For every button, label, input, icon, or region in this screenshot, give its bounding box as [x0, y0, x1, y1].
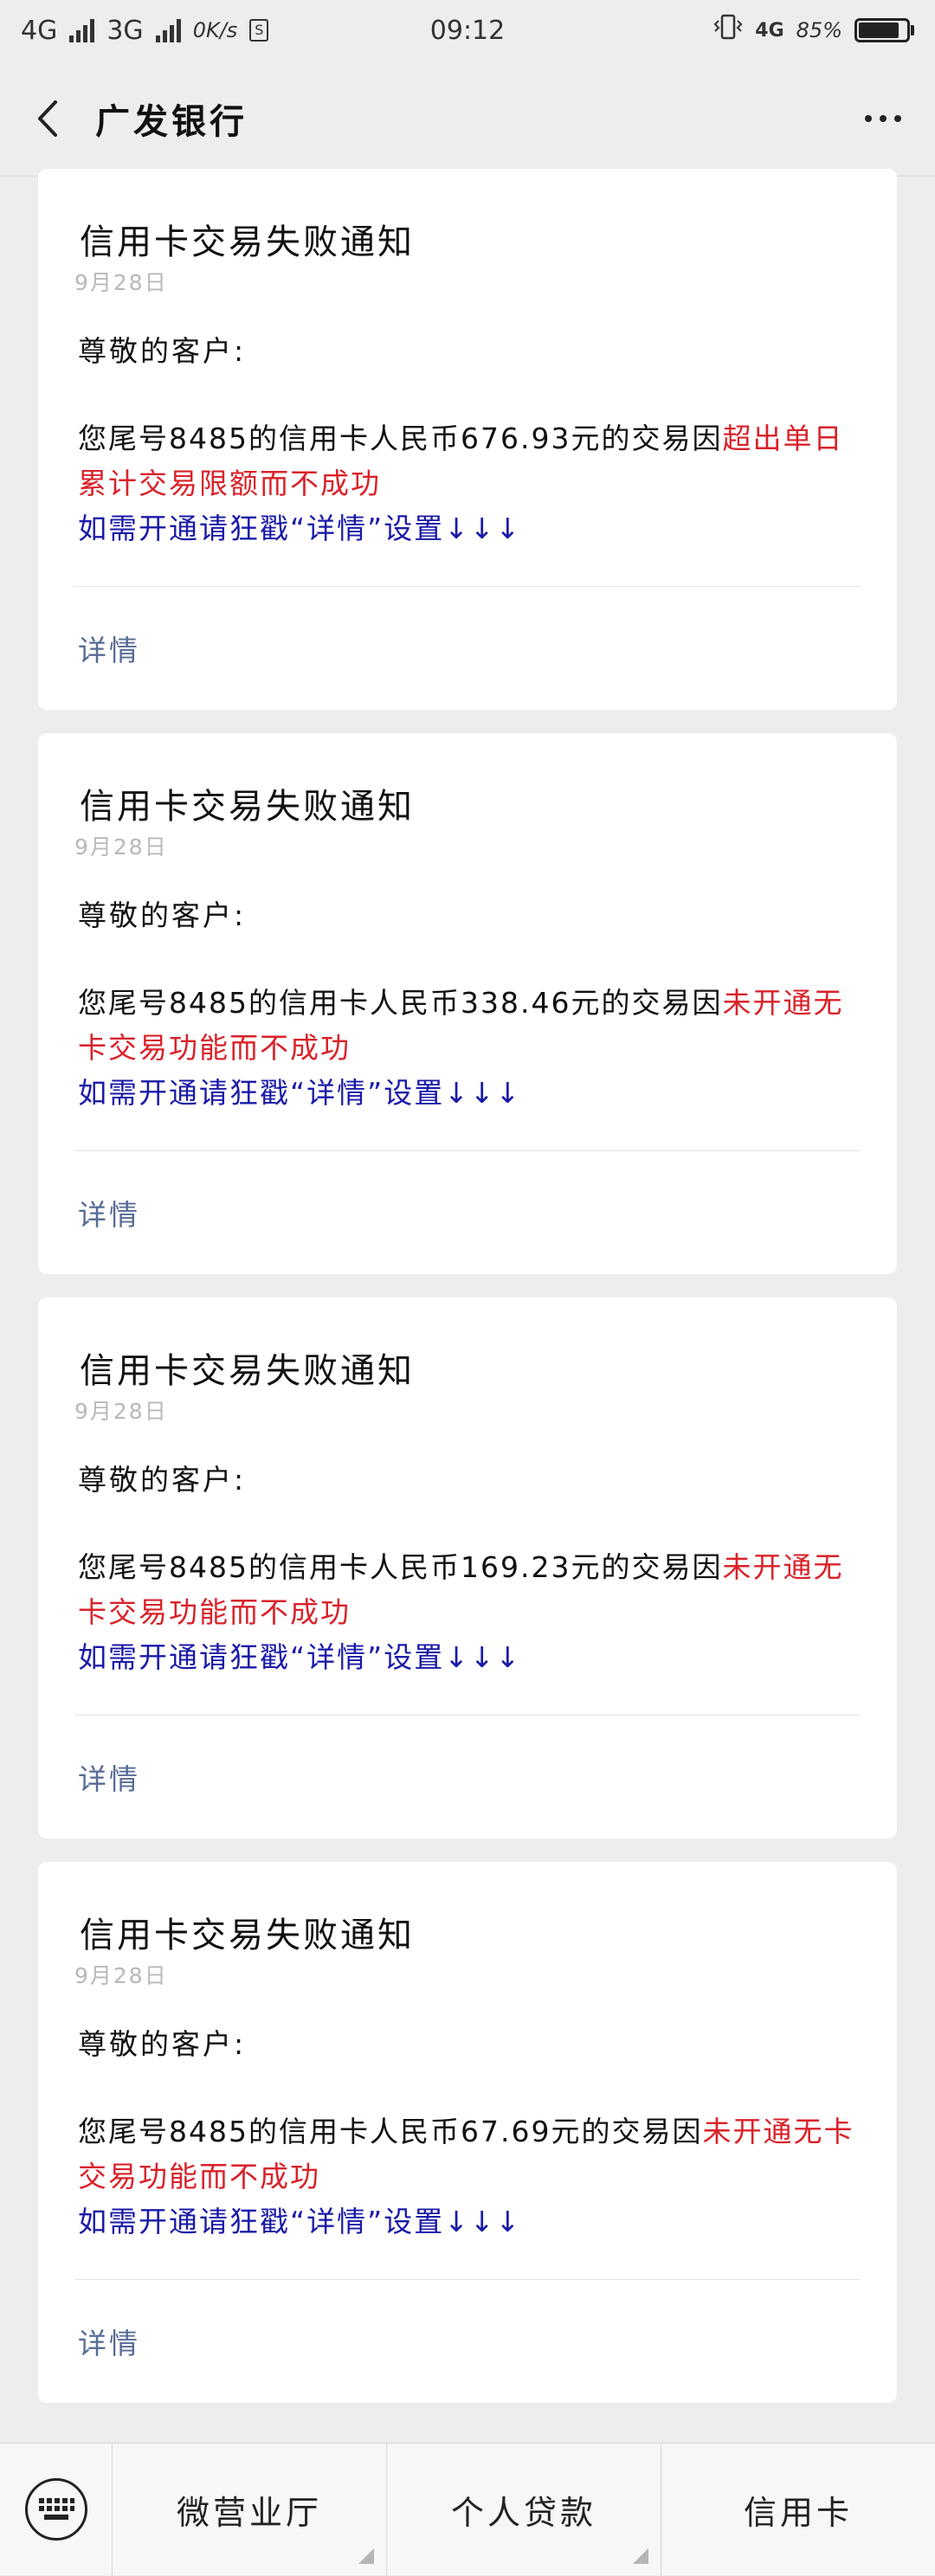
message-card: 信用卡交易失败通知 9月28日 尊敬的客户: 您尾号8485的信用卡人民币338… [38, 733, 897, 1274]
battery-percent: 85% [796, 18, 842, 42]
menu-item-credit-card[interactable]: 信用卡 [661, 2444, 935, 2576]
body-text: 您尾号8485的信用卡人民币676.93元的交易因 [78, 422, 723, 455]
body-link-text: 如需开通请狂戳“详情”设置↓↓↓ [78, 1640, 522, 1674]
status-right: 4G 85% [713, 14, 914, 47]
card-greeting: 尊敬的客户: [78, 334, 247, 368]
card-date: 9月28日 [74, 270, 168, 295]
vibrate-icon [713, 14, 743, 47]
more-button[interactable] [831, 61, 935, 177]
body-link-text: 如需开通请狂戳“详情”设置↓↓↓ [78, 512, 522, 545]
detail-link[interactable]: 详情 [78, 1756, 140, 1798]
more-dots-icon [865, 114, 872, 122]
card-body: 您尾号8485的信用卡人民币169.23元的交易因未开通无卡交易功能而不成功 如… [78, 1545, 857, 1680]
network-label-1: 4G [21, 15, 58, 46]
message-card: 信用卡交易失败通知 9月28日 尊敬的客户: 您尾号8485的信用卡人民币67.… [38, 1862, 897, 2403]
body-link-text: 如需开通请狂戳“详情”设置↓↓↓ [78, 2205, 522, 2238]
signal-icon [155, 18, 181, 42]
divider [74, 1150, 861, 1151]
menu-item-label: 个人贷款 [450, 2493, 596, 2532]
card-date: 9月28日 [74, 834, 168, 860]
card-title: 信用卡交易失败通知 [80, 1351, 415, 1391]
chevron-left-icon [38, 100, 57, 137]
sim-icon: S [249, 19, 269, 42]
divider [74, 2279, 861, 2280]
card-body: 您尾号8485的信用卡人民币67.69元的交易因未开通无卡交易功能而不成功 如需… [78, 2109, 857, 2244]
keyboard-icon [24, 2478, 87, 2541]
detail-link[interactable]: 详情 [78, 2321, 140, 2362]
network-speed: 0K/s [192, 18, 238, 42]
bottom-menu: 微营业厅 个人贷款 信用卡 [0, 2443, 935, 2576]
message-card: 信用卡交易失败通知 9月28日 尊敬的客户: 您尾号8485的信用卡人民币676… [38, 169, 897, 710]
card-greeting: 尊敬的客户: [78, 898, 247, 932]
card-date: 9月28日 [74, 1963, 168, 1988]
back-button[interactable] [0, 61, 95, 177]
status-left: 4G 3G 0K/s S [21, 15, 269, 46]
message-card: 信用卡交易失败通知 9月28日 尊敬的客户: 您尾号8485的信用卡人民币169… [38, 1298, 897, 1839]
card-title: 信用卡交易失败通知 [80, 1916, 415, 1955]
card-body: 您尾号8485的信用卡人民币338.46元的交易因未开通无卡交易功能而不成功 如… [78, 981, 857, 1116]
menu-item-micro-hall[interactable]: 微营业厅 [113, 2443, 387, 2576]
divider [74, 1715, 861, 1716]
card-greeting: 尊敬的客户: [78, 1463, 247, 1497]
network-label-2: 3G [106, 15, 144, 46]
menu-item-label: 微营业厅 [176, 2493, 322, 2532]
body-text: 您尾号8485的信用卡人民币338.46元的交易因 [78, 986, 723, 1020]
detail-link[interactable]: 详情 [78, 1192, 140, 1233]
detail-link[interactable]: 详情 [78, 628, 140, 669]
right-network-label: 4G [755, 19, 784, 42]
card-date: 9月28日 [74, 1399, 168, 1424]
page-title: 广发银行 [95, 101, 248, 142]
signal-icon [69, 18, 95, 42]
card-body: 您尾号8485的信用卡人民币676.93元的交易因超出单日累计交易限额而不成功 … [78, 416, 857, 551]
menu-item-label: 信用卡 [743, 2493, 853, 2532]
body-link-text: 如需开通请狂戳“详情”设置↓↓↓ [78, 1076, 522, 1110]
card-title: 信用卡交易失败通知 [80, 787, 415, 827]
body-text: 您尾号8485的信用卡人民币169.23元的交易因 [78, 1550, 723, 1584]
card-title: 信用卡交易失败通知 [80, 222, 415, 262]
divider [74, 586, 861, 587]
body-text: 您尾号8485的信用卡人民币67.69元的交易因 [78, 2115, 703, 2148]
status-bar: 4G 3G 0K/s S 09:12 4G 85% [0, 0, 935, 61]
submenu-indicator-icon [633, 2547, 648, 2564]
keyboard-toggle-button[interactable] [0, 2443, 113, 2576]
submenu-indicator-icon [358, 2547, 374, 2564]
nav-bar: 广发银行 [0, 61, 935, 177]
card-greeting: 尊敬的客户: [78, 2027, 247, 2061]
battery-icon [854, 18, 914, 42]
menu-item-personal-loan[interactable]: 个人贷款 [387, 2443, 661, 2576]
